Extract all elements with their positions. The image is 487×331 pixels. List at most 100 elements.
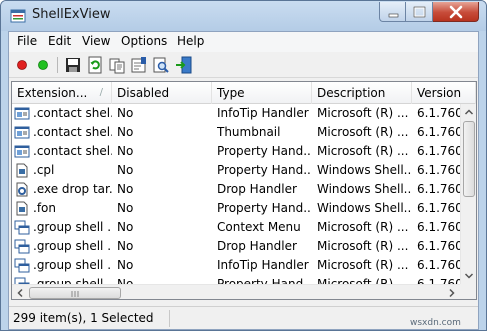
cell-version: 6.1.7600.1...	[417, 182, 460, 196]
cell-disabled: No	[117, 277, 134, 284]
cell-extension: .fon	[33, 201, 56, 215]
vertical-scroll-thumb[interactable]	[463, 121, 475, 197]
scroll-down-button[interactable]	[461, 268, 476, 284]
table-row[interactable]: .contact shel... No InfoTip Handler Microso…	[12, 104, 460, 123]
cell-version: 6.1.7600.1...	[417, 220, 460, 234]
red-circle-icon[interactable]	[13, 56, 31, 74]
cell-version: 6.1.7600.1...	[417, 201, 460, 215]
list-rows: .contact shel... No InfoTip Handler Microso…	[12, 104, 460, 284]
cell-version: 6.1.7600.1...	[417, 144, 460, 158]
menu-file[interactable]: File	[17, 34, 37, 48]
menu-edit[interactable]: Edit	[48, 34, 71, 48]
cell-version: 6.1.7600.1...	[417, 163, 460, 177]
cell-disabled: No	[117, 258, 134, 272]
table-row[interactable]: .cpl No Property Hand... Windows Shell... 6.…	[12, 161, 460, 180]
cell-version: 6.1.7600.1...	[417, 239, 460, 253]
horizontal-scrollbar[interactable]	[12, 284, 460, 299]
column-type[interactable]: Type	[212, 82, 312, 104]
maximize-button[interactable]	[406, 2, 433, 22]
client-area: File Edit View Options Help Extension...…	[8, 31, 479, 330]
cell-extension: .contact shel...	[33, 144, 112, 158]
chevron-up-icon	[464, 109, 474, 115]
table-row[interactable]: .group shell ... No Property Hand... Micros…	[12, 275, 460, 284]
scroll-up-button[interactable]	[461, 104, 476, 120]
scroll-left-button[interactable]	[12, 285, 28, 299]
menu-options[interactable]: Options	[121, 34, 167, 48]
exit-icon[interactable]	[175, 56, 193, 74]
group-icon	[14, 220, 30, 235]
cell-extension: .contact shel...	[33, 106, 112, 120]
find-icon[interactable]	[152, 56, 170, 74]
app-icon	[10, 9, 26, 23]
group-icon	[14, 239, 30, 254]
menu-help[interactable]: Help	[177, 34, 204, 48]
table-row[interactable]: .contact shel... No Property Hand... Micros…	[12, 142, 460, 161]
status-text: 299 item(s), 1 Selected	[13, 311, 154, 325]
toolbar	[9, 52, 478, 78]
cell-extension: .group shell ...	[33, 220, 112, 234]
component-icon	[14, 145, 30, 158]
cell-version: 6.1.7600.1...	[417, 277, 460, 284]
cell-disabled: No	[117, 106, 134, 120]
extensions-list[interactable]: Extension... / Disabled Type Description…	[11, 81, 477, 300]
horizontal-scroll-thumb[interactable]	[29, 287, 121, 299]
cell-description: Microsoft (R) ...	[317, 239, 409, 253]
gear-file-icon	[16, 182, 28, 197]
cell-description: Microsoft (R) ...	[317, 220, 409, 234]
cell-type: Drop Handler	[217, 182, 297, 196]
column-description[interactable]: Description	[312, 82, 412, 104]
cell-disabled: No	[117, 220, 134, 234]
column-disabled[interactable]: Disabled	[112, 82, 212, 104]
group-icon	[14, 258, 30, 273]
minimize-icon	[388, 13, 399, 18]
cell-description: Microsoft (R) ...	[317, 258, 409, 272]
cell-extension: .exe drop tar...	[33, 182, 112, 196]
scroll-right-button[interactable]	[444, 285, 460, 299]
cell-type: Context Menu	[217, 220, 301, 234]
chevron-right-icon	[449, 288, 455, 298]
cell-extension: .contact shel...	[33, 125, 112, 139]
vertical-scrollbar[interactable]	[460, 104, 476, 284]
cell-description: Microsoft (R) ...	[317, 125, 409, 139]
cell-extension: .group shell ...	[33, 277, 112, 284]
cell-type: Thumbnail	[217, 125, 281, 139]
properties-icon[interactable]	[130, 56, 148, 74]
cell-type: Property Hand...	[217, 277, 312, 284]
component-icon	[14, 126, 30, 139]
copy-icon[interactable]	[108, 56, 126, 74]
refresh-icon[interactable]	[86, 56, 104, 74]
title-bar[interactable]: ShellExView	[1, 1, 486, 31]
column-extension[interactable]: Extension... /	[12, 82, 112, 104]
cell-description: Microsoft (R) ...	[317, 144, 409, 158]
column-version[interactable]: Version	[412, 82, 476, 104]
scrollbar-corner	[460, 284, 476, 299]
watermark-text: wsxdn.com	[410, 318, 461, 328]
close-icon	[449, 5, 463, 19]
grip-icon	[71, 291, 79, 297]
window-title: ShellExView	[32, 7, 111, 22]
table-row[interactable]: .contact shel... No Thumbnail Microsoft (R)…	[12, 123, 460, 142]
list-header: Extension... / Disabled Type Description…	[12, 82, 476, 104]
maximize-icon	[413, 6, 426, 18]
cell-description: Windows Shell...	[317, 182, 412, 196]
cell-description: Microsoft (R) ...	[317, 106, 409, 120]
cell-type: InfoTip Handler	[217, 258, 309, 272]
table-row[interactable]: .group shell ... No Drop Handler Microsoft …	[12, 237, 460, 256]
menu-view[interactable]: View	[82, 34, 110, 48]
table-row[interactable]: .fon No Property Hand... Windows Shell... 6.…	[12, 199, 460, 218]
cell-version: 6.1.7600.1...	[417, 106, 460, 120]
app-window: ShellExView File Edit View Options Help	[0, 0, 487, 331]
save-icon[interactable]	[64, 56, 82, 74]
toolbar-separator	[57, 57, 58, 73]
cell-type: Drop Handler	[217, 239, 297, 253]
green-circle-icon[interactable]	[34, 56, 52, 74]
table-row[interactable]: .group shell ... No Context Menu Microsoft …	[12, 218, 460, 237]
table-row[interactable]: .exe drop tar... No Drop Handler Windows Sh…	[12, 180, 460, 199]
file-icon	[16, 163, 28, 178]
menu-bar: File Edit View Options Help	[9, 32, 478, 52]
status-bar: 299 item(s), 1 Selected	[9, 306, 478, 329]
cell-type: Property Hand...	[217, 144, 312, 158]
table-row[interactable]: .group shell ... No InfoTip Handler Microso…	[12, 256, 460, 275]
close-button[interactable]	[433, 2, 479, 22]
minimize-button[interactable]	[379, 2, 406, 22]
